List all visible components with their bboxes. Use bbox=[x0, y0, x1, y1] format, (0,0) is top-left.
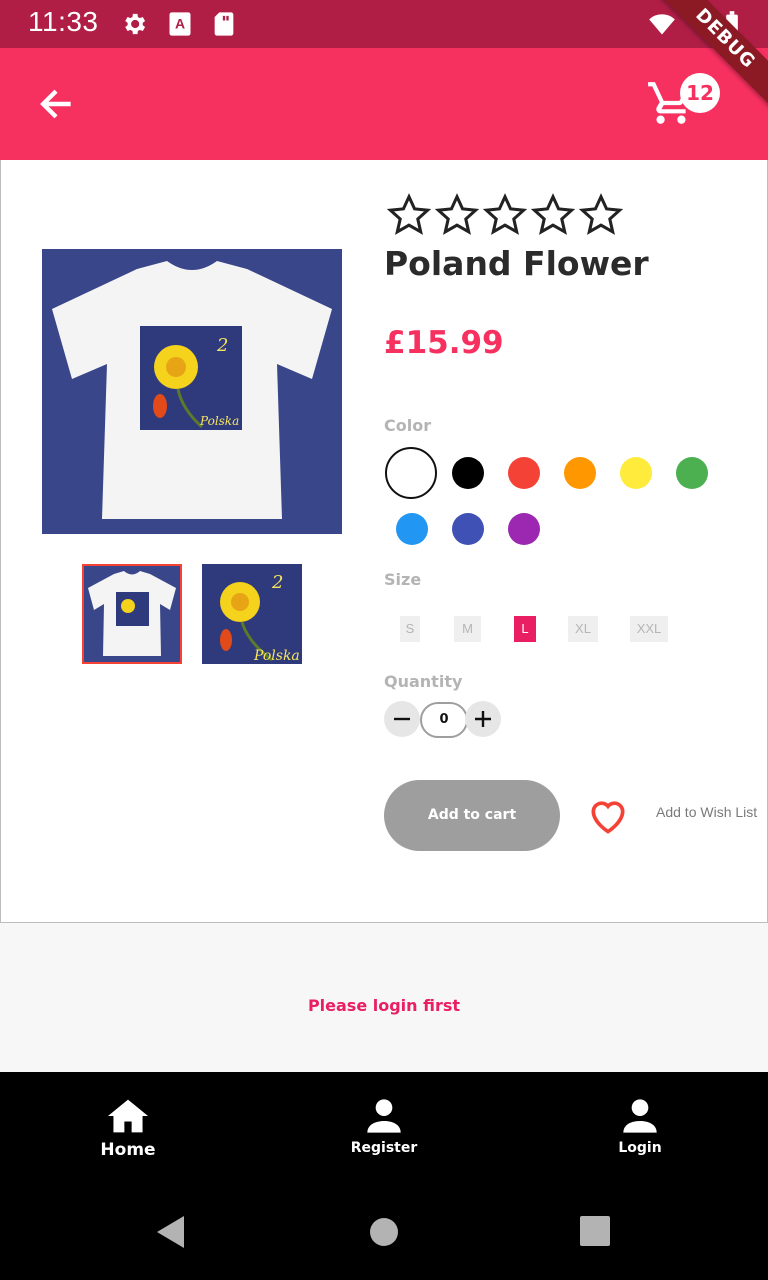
stamp-text: Polska bbox=[199, 414, 239, 428]
product-price: £15.99 bbox=[384, 325, 504, 361]
person-icon bbox=[367, 1099, 401, 1133]
nav-item-login[interactable]: Login bbox=[570, 1096, 710, 1156]
size-chip-xxl[interactable]: XXL bbox=[630, 616, 668, 642]
color-swatch-green[interactable] bbox=[676, 457, 708, 489]
size-chip-s[interactable]: S bbox=[400, 616, 420, 642]
minus-icon bbox=[394, 717, 410, 721]
rating-stars[interactable] bbox=[386, 192, 626, 242]
color-swatch-red[interactable] bbox=[508, 457, 540, 489]
plus-icon bbox=[475, 711, 491, 727]
product-main-image: 2 Polska bbox=[42, 249, 342, 534]
add-to-wish-list-label[interactable]: Add to Wish List bbox=[656, 804, 757, 820]
quantity-decrement-button[interactable] bbox=[384, 701, 420, 737]
product-title: Poland Flower bbox=[384, 244, 649, 283]
color-swatch-indigo[interactable] bbox=[452, 513, 484, 545]
color-label: Color bbox=[384, 416, 432, 435]
color-swatch-blue[interactable] bbox=[396, 513, 428, 545]
svg-text:A: A bbox=[175, 16, 185, 32]
status-time: 11:33 bbox=[28, 6, 99, 37]
color-swatch-orange[interactable] bbox=[564, 457, 596, 489]
nav-label-login: Login bbox=[618, 1140, 662, 1156]
size-chip-l[interactable]: L bbox=[514, 616, 536, 642]
color-swatch-yellow[interactable] bbox=[620, 457, 652, 489]
color-swatch-black[interactable] bbox=[452, 457, 484, 489]
quantity-increment-button[interactable] bbox=[465, 701, 501, 737]
quantity-field[interactable]: 0 bbox=[420, 702, 468, 738]
nav-label-register: Register bbox=[350, 1140, 418, 1156]
arrow-left-icon[interactable] bbox=[34, 82, 78, 126]
quantity-label: Quantity bbox=[384, 672, 463, 691]
svg-text:2: 2 bbox=[216, 335, 228, 356]
a-keyboard-icon: A bbox=[169, 12, 191, 36]
size-chip-m[interactable]: M bbox=[454, 616, 481, 642]
size-chip-xl[interactable]: XL bbox=[568, 616, 598, 642]
add-to-cart-button[interactable]: Add to cart bbox=[384, 780, 560, 851]
star-outline-icon[interactable] bbox=[386, 192, 432, 238]
person-icon bbox=[623, 1099, 657, 1133]
stamp-thumb-text: Polska bbox=[253, 648, 300, 664]
thumbnail-stamp[interactable]: 2 Polska bbox=[202, 564, 302, 664]
size-label: Size bbox=[384, 570, 422, 589]
star-outline-icon[interactable] bbox=[530, 192, 576, 238]
login-message: Please login first bbox=[307, 996, 461, 1015]
nav-item-home[interactable]: Home bbox=[58, 1096, 198, 1160]
thumbnail-tshirt[interactable] bbox=[82, 564, 182, 664]
settings-icon bbox=[125, 13, 146, 35]
recents-square-icon[interactable] bbox=[580, 1216, 610, 1246]
svg-text:2: 2 bbox=[271, 572, 283, 593]
star-outline-icon[interactable] bbox=[434, 192, 480, 238]
color-swatch-white[interactable] bbox=[385, 447, 437, 499]
sd-card-icon bbox=[214, 12, 234, 36]
wifi-icon bbox=[649, 14, 675, 35]
back-triangle-icon[interactable] bbox=[154, 1214, 188, 1250]
nav-item-register[interactable]: Register bbox=[314, 1096, 454, 1156]
home-icon bbox=[108, 1099, 148, 1133]
nav-label-home: Home bbox=[100, 1140, 156, 1160]
home-circle-icon[interactable] bbox=[368, 1216, 400, 1248]
color-swatch-purple[interactable] bbox=[508, 513, 540, 545]
star-outline-icon[interactable] bbox=[578, 192, 624, 238]
star-outline-icon[interactable] bbox=[482, 192, 528, 238]
cart-count-badge: 12 bbox=[680, 73, 720, 113]
heart-outline-icon[interactable] bbox=[586, 794, 630, 838]
